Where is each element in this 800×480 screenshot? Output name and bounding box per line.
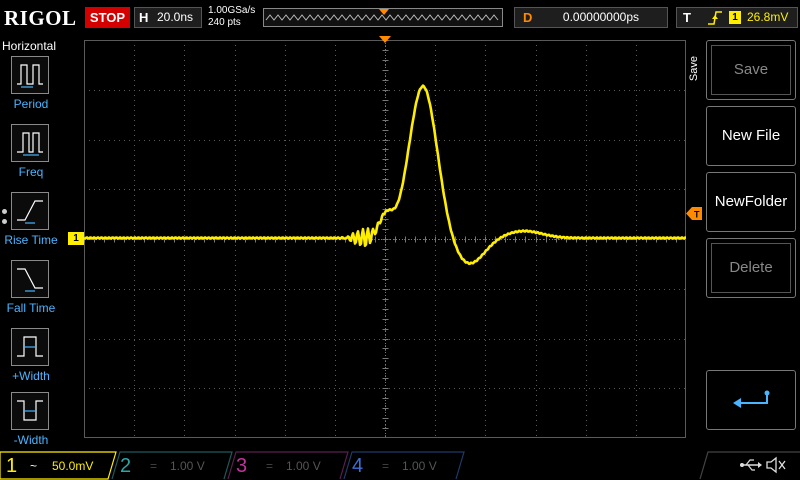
memory-depth: 240 pts (208, 17, 241, 28)
measure-positive-width[interactable]: +Width (0, 328, 62, 394)
channel-1-offset-marker[interactable]: 1 (68, 232, 84, 245)
new-file-button[interactable]: New File (706, 106, 796, 166)
waveform-display[interactable] (83, 40, 687, 439)
channel-bar: 1 ~ 50.0mV 2 = 1.00 V 3 = 1.00 V 4 = 1.0… (0, 450, 800, 480)
sample-rate: 1.00GSa/s (208, 5, 256, 16)
measure-negative-width[interactable]: -Width (0, 392, 62, 458)
channel-scale: 1.00 V (402, 459, 437, 473)
measure-frequency[interactable]: Freq (0, 124, 62, 190)
measure-label: Fall Time (6, 301, 56, 315)
measure-period[interactable]: Period (0, 56, 62, 122)
channel-number: 2 (120, 455, 132, 477)
save-button[interactable]: Save (706, 40, 796, 100)
delay-box[interactable]: D 0.00000000ps (514, 7, 668, 28)
channel-scale: 1.00 V (170, 459, 205, 473)
channel-scale: 1.00 V (286, 459, 321, 473)
enter-button[interactable] (706, 370, 796, 430)
timebase-value: 20.0ns (157, 10, 194, 24)
dc-coupling-icon: = (382, 459, 390, 473)
measure-category[interactable]: Horizontal (2, 39, 56, 53)
measure-label: -Width (13, 433, 49, 447)
delay-label: D (523, 10, 533, 25)
rising-edge-icon (708, 11, 722, 25)
enter-arrow-icon (733, 390, 770, 408)
trigger-label: T (683, 10, 691, 25)
status-bar: RIGOL STOP H 20.0ns 1.00GSa/s 240 pts D … (0, 0, 800, 36)
acquisition-info: 1.00GSa/s 240 pts (208, 5, 255, 29)
run-stop-indicator[interactable]: STOP (85, 7, 130, 28)
frequency-icon (11, 124, 49, 162)
trigger-position-icon (379, 9, 389, 15)
measure-label: Freq (18, 165, 44, 179)
measure-fall-time[interactable]: Fall Time (0, 260, 62, 326)
save-menu: Save Save New File NewFolder Delete (686, 36, 800, 450)
menu-page-indicator (2, 209, 10, 229)
timebase-label: H (139, 10, 149, 25)
trigger-source: 1 (729, 11, 741, 24)
fall-time-icon (11, 260, 49, 298)
dc-coupling-icon: = (266, 459, 274, 473)
channel-number: 4 (352, 455, 364, 477)
brand-logo: RIGOL (4, 6, 77, 30)
channel-3-tab[interactable]: 3 = 1.00 V (236, 454, 340, 478)
channel-number: 1 (6, 455, 18, 477)
delete-button[interactable]: Delete (706, 238, 796, 298)
trigger-level: 26.8mV (747, 10, 789, 24)
new-folder-button[interactable]: NewFolder (706, 172, 796, 232)
scope-graticule (83, 40, 687, 439)
negative-width-icon (11, 392, 49, 430)
speaker-muted-icon[interactable] (765, 456, 787, 474)
channel-1-tab[interactable]: 1 ~ 50.0mV (6, 454, 110, 478)
dc-coupling-icon: = (150, 459, 158, 473)
channel-number: 3 (236, 455, 248, 477)
rise-time-icon (11, 192, 49, 230)
trigger-position-marker (379, 36, 391, 43)
save-menu-title: Save (688, 56, 700, 82)
measure-label: Period (13, 97, 49, 111)
trigger-box[interactable]: T 1 26.8mV (676, 7, 798, 28)
timebase-box[interactable]: H 20.0ns (134, 7, 202, 28)
waveform-navigator[interactable] (263, 8, 503, 27)
delay-value: 0.00000000ps (562, 10, 639, 24)
navigator-waveform-icon (265, 9, 499, 21)
measure-label: +Width (12, 369, 50, 383)
channel-4-tab[interactable]: 4 = 1.00 V (352, 454, 456, 478)
ac-coupling-icon: ~ (30, 459, 38, 473)
measure-menu: Horizontal Period Freq Rise Time Fall Ti… (0, 36, 62, 450)
channel-2-tab[interactable]: 2 = 1.00 V (120, 454, 224, 478)
positive-width-icon (11, 328, 49, 366)
usb-icon (740, 459, 762, 471)
measure-label: Rise Time (4, 233, 58, 247)
period-icon (11, 56, 49, 94)
channel-scale: 50.0mV (52, 459, 94, 473)
